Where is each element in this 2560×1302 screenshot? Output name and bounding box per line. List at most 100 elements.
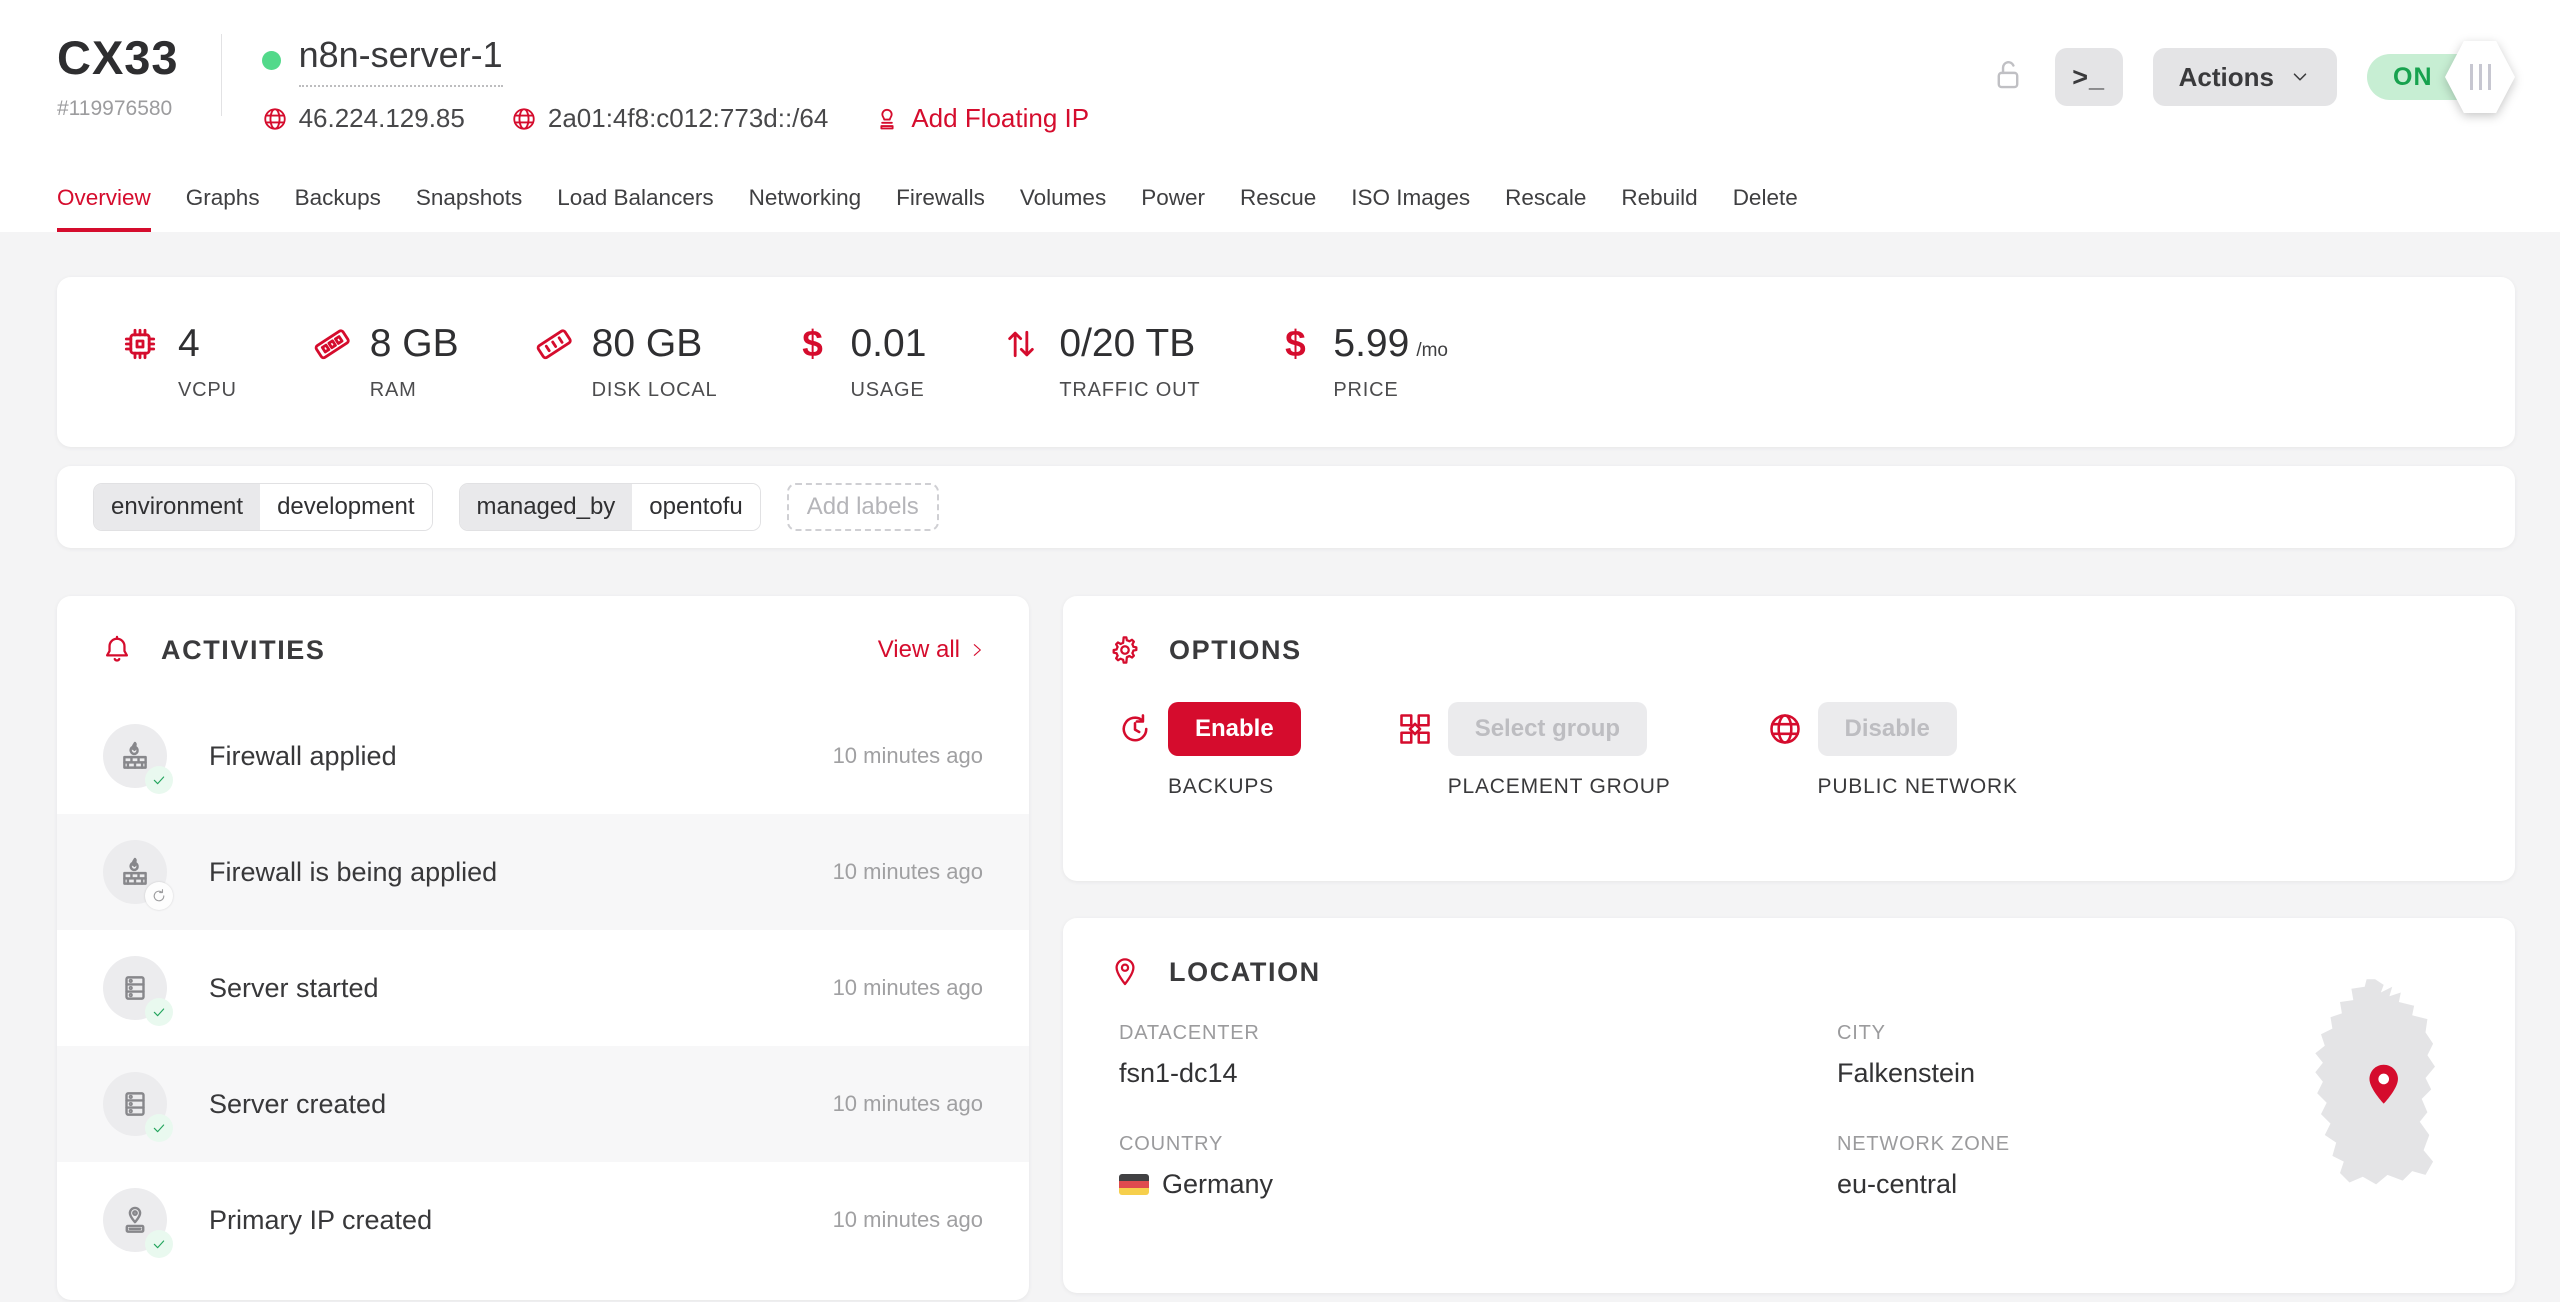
stat-value: 8 GB xyxy=(370,322,459,366)
stat-value: 5.99 xyxy=(1333,322,1409,366)
ipv4-address: 46.224.129.85 xyxy=(299,103,465,134)
server-overview-page: CX33 #119976580 n8n-server-1 46.224.129.… xyxy=(0,0,2560,1302)
option-placement-group: Select group PLACEMENT GROUP xyxy=(1397,702,1671,799)
stat-label: TRAFFIC OUT xyxy=(1059,379,1200,402)
activity-time: 10 minutes ago xyxy=(833,975,983,1001)
tab-delete[interactable]: Delete xyxy=(1733,185,1798,232)
tab-snapshots[interactable]: Snapshots xyxy=(416,185,522,232)
server-name[interactable]: n8n-server-1 xyxy=(299,34,503,87)
chevron-down-icon xyxy=(2289,66,2311,88)
server-name-block: n8n-server-1 46.224.129.85 2a01:4f8:c012… xyxy=(262,30,1090,134)
activity-time: 10 minutes ago xyxy=(833,1207,983,1233)
activity-time: 10 minutes ago xyxy=(833,859,983,885)
label-value: opentofu xyxy=(632,484,759,530)
unlocked-icon xyxy=(1991,56,2025,99)
server-id: #119976580 xyxy=(57,97,179,121)
chevron-right-icon xyxy=(969,642,985,658)
dollar-icon: $ xyxy=(791,323,833,365)
enable-backups-button[interactable]: Enable xyxy=(1168,702,1301,756)
actions-button[interactable]: Actions xyxy=(2153,48,2337,106)
tab-rebuild[interactable]: Rebuild xyxy=(1621,185,1697,232)
activity-row: Primary IP created 10 minutes ago xyxy=(57,1162,1029,1278)
stat-value: 80 GB xyxy=(592,322,703,366)
traffic-arrows-icon xyxy=(1000,324,1042,364)
header-divider xyxy=(221,34,222,116)
server-status-dot xyxy=(262,51,281,70)
add-labels-button[interactable]: Add labels xyxy=(787,483,939,531)
tab-load-balancers[interactable]: Load Balancers xyxy=(557,185,713,232)
add-floating-ip-link[interactable]: Add Floating IP xyxy=(874,103,1089,134)
activity-title: Server started xyxy=(209,973,379,1004)
activity-title: Firewall applied xyxy=(209,741,397,772)
label-key: environment xyxy=(94,484,260,530)
stat-vcpu: 4 VCPU xyxy=(119,322,237,402)
select-group-button[interactable]: Select group xyxy=(1448,702,1647,756)
map-pin-icon xyxy=(1109,956,1141,988)
activities-title: ACTIVITIES xyxy=(161,635,326,666)
globe-icon xyxy=(511,106,537,132)
activity-time: 10 minutes ago xyxy=(833,1091,983,1117)
stat-label: RAM xyxy=(370,379,459,402)
globe-icon xyxy=(262,106,288,132)
option-label: PLACEMENT GROUP xyxy=(1448,775,1671,799)
stat-label: USAGE xyxy=(850,379,926,402)
stat-label: DISK LOCAL xyxy=(592,379,718,402)
firewall-icon xyxy=(103,724,167,788)
location-card: LOCATION DATACENTER fsn1-dc14 CITY Falke… xyxy=(1063,918,2515,1293)
labels-bar: environment development managed_by opent… xyxy=(57,466,2515,548)
server-type: CX33 xyxy=(57,30,179,85)
success-badge xyxy=(145,766,173,794)
tab-firewalls[interactable]: Firewalls xyxy=(896,185,985,232)
success-badge xyxy=(145,1230,173,1258)
tab-graphs[interactable]: Graphs xyxy=(186,185,260,232)
console-button[interactable]: >_ xyxy=(2055,48,2123,106)
success-badge xyxy=(145,998,173,1026)
options-title: OPTIONS xyxy=(1169,635,1302,666)
server-type-block: CX33 #119976580 xyxy=(57,30,179,121)
activity-time: 10 minutes ago xyxy=(833,743,983,769)
stat-ram: 8 GB RAM xyxy=(311,322,459,402)
location-title: LOCATION xyxy=(1169,957,1321,988)
placement-group-icon xyxy=(1397,702,1433,799)
price-suffix: /mo xyxy=(1416,340,1448,362)
server-header: CX33 #119976580 n8n-server-1 46.224.129.… xyxy=(0,0,2560,232)
option-label: PUBLIC NETWORK xyxy=(1818,775,2018,799)
stat-price: $ 5.99 /mo PRICE xyxy=(1274,322,1448,402)
ram-icon xyxy=(311,324,353,364)
tab-rescale[interactable]: Rescale xyxy=(1505,185,1586,232)
label-tag: managed_by opentofu xyxy=(459,483,761,531)
backup-history-icon xyxy=(1117,702,1153,799)
server-icon xyxy=(103,1072,167,1136)
label-tag: environment development xyxy=(93,483,433,531)
tab-rescue[interactable]: Rescue xyxy=(1240,185,1316,232)
activity-title: Primary IP created xyxy=(209,1205,432,1236)
tab-power[interactable]: Power xyxy=(1141,185,1205,232)
tab-backups[interactable]: Backups xyxy=(295,185,381,232)
disable-public-network-button[interactable]: Disable xyxy=(1818,702,1957,756)
label-key: managed_by xyxy=(460,484,633,530)
activity-row: Server started 10 minutes ago xyxy=(57,930,1029,1046)
globe-icon xyxy=(1767,702,1803,799)
ipv4-item: 46.224.129.85 xyxy=(262,103,465,134)
content-area: 4 VCPU 8 GB RAM 80 GB xyxy=(0,232,2560,1302)
tab-volumes[interactable]: Volumes xyxy=(1020,185,1106,232)
spinner-badge xyxy=(145,882,173,910)
ipv6-address: 2a01:4f8:c012:773d::/64 xyxy=(548,103,828,134)
label-value: development xyxy=(260,484,431,530)
tab-networking[interactable]: Networking xyxy=(749,185,862,232)
activity-row: Server created 10 minutes ago xyxy=(57,1046,1029,1162)
activity-title: Server created xyxy=(209,1089,386,1120)
toggle-handle[interactable] xyxy=(2445,41,2515,113)
option-label: BACKUPS xyxy=(1168,775,1274,799)
stat-usage: $ 0.01 USAGE xyxy=(791,322,926,402)
activity-title: Firewall is being applied xyxy=(209,857,497,888)
server-icon xyxy=(103,956,167,1020)
view-all-link[interactable]: View all xyxy=(878,636,985,664)
tab-iso-images[interactable]: ISO Images xyxy=(1351,185,1470,232)
stat-value: 4 xyxy=(178,322,200,366)
option-backups: Enable BACKUPS xyxy=(1117,702,1301,799)
germany-map xyxy=(2283,966,2473,1228)
tab-overview[interactable]: Overview xyxy=(57,185,151,232)
power-toggle[interactable]: ON xyxy=(2367,54,2499,100)
disk-icon xyxy=(533,324,575,364)
